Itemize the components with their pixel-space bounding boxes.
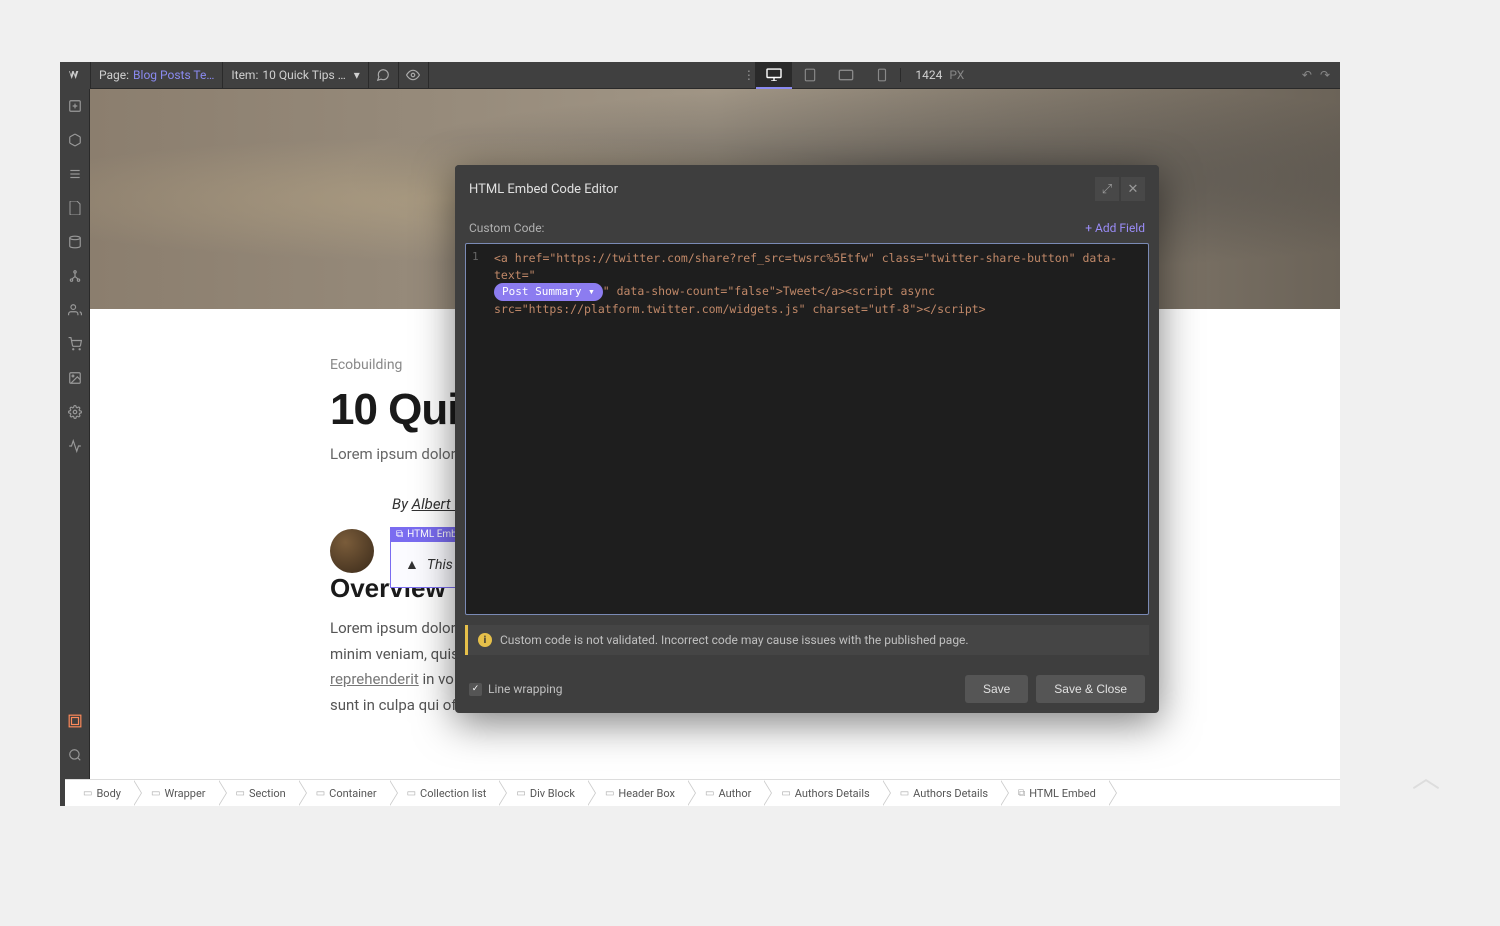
crumb-icon: ▭ [151, 788, 160, 799]
line-number: 1 [472, 250, 479, 263]
crumb-author[interactable]: ▭Author [687, 780, 763, 807]
info-icon: i [478, 633, 492, 647]
box-icon[interactable] [60, 123, 90, 157]
page-value: Blog Posts Te… [133, 68, 214, 82]
breakpoint-mobile[interactable] [864, 62, 900, 89]
item-label: Item: [231, 68, 258, 82]
search-icon[interactable] [60, 738, 90, 772]
checkbox-icon: ✓ [469, 683, 482, 696]
breakpoint-tablet-landscape[interactable] [828, 62, 864, 89]
crumb-icon: ▭ [236, 788, 245, 799]
crumb-authors-details[interactable]: ▭Authors Details [763, 780, 881, 807]
preview-icon[interactable] [399, 62, 429, 89]
webflow-logo[interactable] [60, 62, 90, 89]
page-label: Page: [99, 68, 129, 82]
custom-code-label: Custom Code: [469, 221, 1085, 235]
redo-icon[interactable]: ↷ [1320, 68, 1330, 82]
crumb-icon: ▭ [781, 788, 790, 799]
modal-title: HTML Embed Code Editor [469, 182, 1093, 197]
author-avatar [330, 529, 374, 573]
breakpoint-desktop[interactable] [756, 62, 792, 89]
crumb-icon: ▭ [705, 788, 714, 799]
chat-icon[interactable] [369, 62, 399, 89]
item-selector[interactable]: Item: 10 Quick Tips … ▾ [223, 62, 368, 88]
add-field-button[interactable]: + Add Field [1085, 221, 1145, 235]
ecommerce-icon[interactable] [60, 327, 90, 361]
crumb-icon: ⧉ [1018, 788, 1025, 799]
line-wrapping-checkbox[interactable]: ✓ Line wrapping [469, 682, 562, 696]
warning-icon: ▲ [405, 556, 419, 573]
crumb-wrapper[interactable]: ▭Wrapper [133, 780, 218, 807]
crumb-header-box[interactable]: ▭Header Box [587, 780, 687, 807]
crumb-icon: ▭ [516, 788, 525, 799]
crumb-icon: ▭ [316, 788, 325, 799]
crumb-authors-details[interactable]: ▭Authors Details [882, 780, 1000, 807]
navigator-icon[interactable] [60, 157, 90, 191]
crumb-icon: ▭ [407, 788, 416, 799]
crumb-icon: ▭ [83, 788, 92, 799]
crumb-section[interactable]: ▭Section [218, 780, 298, 807]
add-panel-icon[interactable] [60, 89, 90, 123]
cms-field-pill[interactable]: Post Summary ▾ [494, 283, 603, 301]
code-editor[interactable]: 1 <a href="https://twitter.com/share?ref… [465, 243, 1149, 615]
crumb-body[interactable]: ▭Body [65, 780, 133, 807]
scroll-hint-icon: ︿ [1412, 756, 1440, 796]
undo-icon[interactable]: ↶ [1302, 68, 1312, 82]
assets-icon[interactable] [60, 361, 90, 395]
breakpoint-tablet[interactable] [792, 62, 828, 89]
body-link[interactable]: reprehenderit [330, 670, 419, 688]
item-value: 10 Quick Tips … [262, 68, 345, 82]
crumb-div-block[interactable]: ▭Div Block [498, 780, 587, 807]
chevron-down-icon: ▾ [354, 68, 360, 82]
html-embed-modal: HTML Embed Code Editor ⤢ ✕ Custom Code: … [455, 165, 1159, 713]
more-icon[interactable]: ⋮ [742, 62, 756, 89]
save-close-button[interactable]: Save & Close [1036, 675, 1145, 703]
save-button[interactable]: Save [965, 675, 1028, 703]
cms-icon[interactable] [60, 225, 90, 259]
crumb-html-embed[interactable]: ⧉HTML Embed [1000, 780, 1108, 807]
target-icon[interactable] [60, 704, 90, 738]
page-selector[interactable]: Page: Blog Posts Te… [90, 62, 223, 88]
users-icon[interactable] [60, 293, 90, 327]
breadcrumb: ▭Body▭Wrapper▭Section▭Container▭Collecti… [65, 779, 1340, 806]
embed-icon: ⧉ [396, 529, 403, 540]
validation-warning: i Custom code is not validated. Incorrec… [465, 625, 1149, 655]
settings-icon[interactable] [60, 395, 90, 429]
pages-icon[interactable] [60, 191, 90, 225]
crumb-collection-list[interactable]: ▭Collection list [389, 780, 499, 807]
audit-icon[interactable] [60, 429, 90, 463]
expand-icon[interactable]: ⤢ [1095, 177, 1119, 201]
close-icon[interactable]: ✕ [1121, 177, 1145, 201]
crumb-icon: ▭ [900, 788, 909, 799]
crumb-icon: ▭ [605, 788, 614, 799]
tree-icon[interactable] [60, 259, 90, 293]
viewport-width: 1424 PX [900, 68, 978, 82]
crumb-container[interactable]: ▭Container [298, 780, 389, 807]
